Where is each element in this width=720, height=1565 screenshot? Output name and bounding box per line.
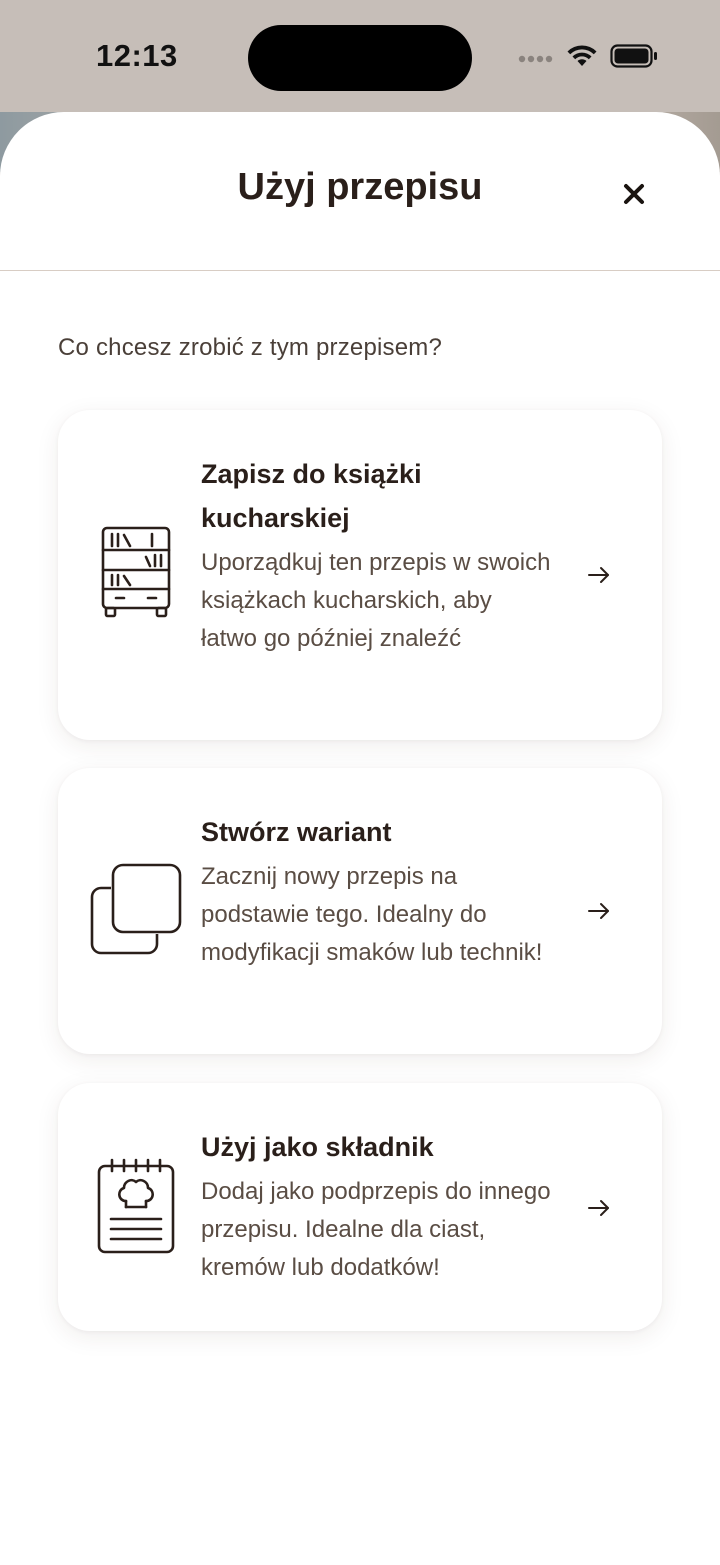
sheet-prompt: Co chcesz zrobić z tym przepisem?: [58, 334, 443, 361]
use-as-ingredient-option[interactable]: Użyj jako składnik Dodaj jako podprzepis…: [58, 1083, 662, 1331]
arrow-right-icon: [586, 562, 612, 588]
duplicate-icon: [88, 862, 184, 956]
bottom-sheet: Użyj przepisu Co chcesz zrobić z tym prz…: [0, 112, 720, 1565]
option-description: Zacznij nowy przepis na podstawie tego. …: [201, 863, 543, 966]
signal-dots-icon: [518, 50, 554, 68]
arrow-right-icon: [586, 1195, 612, 1221]
battery-icon: [610, 44, 658, 73]
close-button[interactable]: [618, 180, 650, 212]
option-description: Uporządkuj ten przepis w swoich książkac…: [201, 549, 551, 652]
option-description: Dodaj jako podprzepis do innego przepisu…: [201, 1178, 551, 1281]
option-text: Użyj jako składnik Dodaj jako podprzepis…: [201, 1125, 551, 1287]
bookshelf-icon: [88, 525, 184, 619]
wifi-icon: [566, 44, 598, 73]
create-variant-option[interactable]: Stwórz wariant Zacznij nowy przepis na p…: [58, 768, 662, 1054]
option-title: Użyj jako składnik: [201, 1132, 434, 1162]
close-icon: [623, 183, 645, 210]
recipe-notepad-icon: [88, 1157, 184, 1255]
option-text: Zapisz do książki kucharskiej Uporządkuj…: [201, 452, 551, 658]
status-bar: 12:13: [0, 0, 720, 112]
save-to-cookbook-option[interactable]: Zapisz do książki kucharskiej Uporządkuj…: [58, 410, 662, 740]
option-text: Stwórz wariant Zacznij nowy przepis na p…: [201, 810, 551, 972]
dynamic-island: [248, 25, 472, 91]
sheet-title: Użyj przepisu: [237, 166, 483, 208]
sheet-header: Użyj przepisu: [0, 112, 720, 271]
status-icons: [518, 44, 658, 73]
status-time: 12:13: [96, 38, 178, 73]
option-title: Stwórz wariant: [201, 817, 392, 847]
arrow-right-icon: [586, 898, 612, 924]
option-title: Zapisz do książki kucharskiej: [201, 459, 422, 533]
